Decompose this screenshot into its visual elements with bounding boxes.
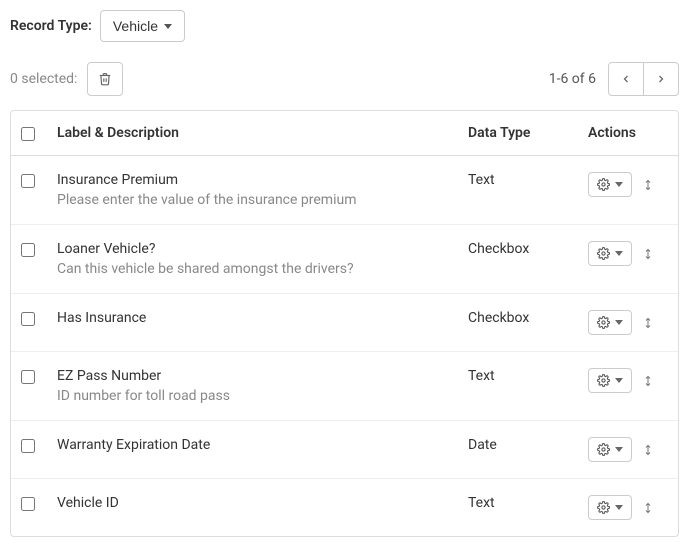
caret-down-icon xyxy=(615,320,623,325)
row-settings-button[interactable] xyxy=(588,172,632,197)
delete-button[interactable] xyxy=(87,62,123,96)
record-type-value: Vehicle xyxy=(113,18,158,34)
row-label-cell: Warranty Expiration Date xyxy=(57,437,468,453)
row-settings-button[interactable] xyxy=(588,241,632,266)
table-row: Vehicle ID Text xyxy=(11,478,678,536)
gear-icon xyxy=(597,443,610,456)
row-description: Please enter the value of the insurance … xyxy=(57,192,456,208)
reorder-handle[interactable] xyxy=(642,247,654,261)
row-data-type: Text xyxy=(468,495,588,511)
row-check-cell xyxy=(21,310,57,326)
row-label-cell: Vehicle ID xyxy=(57,495,468,511)
row-label: Warranty Expiration Date xyxy=(57,437,456,453)
row-label: Insurance Premium xyxy=(57,172,456,188)
reorder-handle[interactable] xyxy=(642,178,654,192)
row-check-cell xyxy=(21,437,57,453)
row-settings-button[interactable] xyxy=(588,495,632,520)
pager xyxy=(608,62,679,96)
prev-page-button[interactable] xyxy=(608,62,644,96)
row-checkbox[interactable] xyxy=(21,312,35,326)
gear-icon xyxy=(597,247,610,260)
row-check-cell xyxy=(21,368,57,384)
row-data-type: Checkbox xyxy=(468,310,588,326)
row-settings-button[interactable] xyxy=(588,310,632,335)
header-actions: Actions xyxy=(588,125,668,141)
row-checkbox[interactable] xyxy=(21,174,35,188)
row-checkbox[interactable] xyxy=(21,439,35,453)
record-type-row: Record Type: Vehicle xyxy=(10,10,679,42)
select-all-cell xyxy=(21,125,57,141)
select-all-checkbox[interactable] xyxy=(21,127,35,141)
row-label-cell: EZ Pass Number ID number for toll road p… xyxy=(57,368,468,404)
next-page-button[interactable] xyxy=(643,62,679,96)
row-checkbox[interactable] xyxy=(21,497,35,511)
record-type-dropdown[interactable]: Vehicle xyxy=(100,10,185,42)
gear-icon xyxy=(597,374,610,387)
fields-table: Label & Description Data Type Actions In… xyxy=(10,110,679,537)
row-actions xyxy=(588,241,668,266)
row-check-cell xyxy=(21,241,57,257)
table-row: Loaner Vehicle? Can this vehicle be shar… xyxy=(11,224,678,293)
row-settings-button[interactable] xyxy=(588,437,632,462)
caret-down-icon xyxy=(615,447,623,452)
record-type-label: Record Type: xyxy=(10,18,92,34)
row-data-type: Text xyxy=(468,368,588,384)
row-description: ID number for toll road pass xyxy=(57,388,456,404)
gear-icon xyxy=(597,178,610,191)
table-body: Insurance Premium Please enter the value… xyxy=(11,156,678,536)
caret-down-icon xyxy=(615,505,623,510)
toolbar-right: 1-6 of 6 xyxy=(549,62,679,96)
trash-icon xyxy=(98,72,112,86)
row-check-cell xyxy=(21,172,57,188)
row-actions xyxy=(588,310,668,335)
row-data-type: Checkbox xyxy=(468,241,588,257)
caret-down-icon xyxy=(164,24,172,29)
caret-down-icon xyxy=(615,251,623,256)
range-text: 1-6 of 6 xyxy=(549,71,596,87)
table-row: Has Insurance Checkbox xyxy=(11,293,678,351)
header-label: Label & Description xyxy=(57,125,468,141)
selected-count: 0 selected: xyxy=(10,71,77,87)
row-label: Has Insurance xyxy=(57,310,456,326)
header-data-type: Data Type xyxy=(468,125,588,141)
reorder-handle[interactable] xyxy=(642,501,654,515)
toolbar-left: 0 selected: xyxy=(10,62,123,96)
row-data-type: Date xyxy=(468,437,588,453)
gear-icon xyxy=(597,316,610,329)
table-row: Insurance Premium Please enter the value… xyxy=(11,156,678,224)
row-settings-button[interactable] xyxy=(588,368,632,393)
reorder-handle[interactable] xyxy=(642,443,654,457)
row-data-type: Text xyxy=(468,172,588,188)
row-description: Can this vehicle be shared amongst the d… xyxy=(57,261,456,277)
caret-down-icon xyxy=(615,182,623,187)
row-label: EZ Pass Number xyxy=(57,368,456,384)
row-label: Loaner Vehicle? xyxy=(57,241,456,257)
gear-icon xyxy=(597,501,610,514)
row-label-cell: Insurance Premium Please enter the value… xyxy=(57,172,468,208)
row-actions xyxy=(588,437,668,462)
row-label: Vehicle ID xyxy=(57,495,456,511)
reorder-handle[interactable] xyxy=(642,316,654,330)
table-header: Label & Description Data Type Actions xyxy=(11,111,678,156)
chevron-right-icon xyxy=(655,73,667,85)
row-actions xyxy=(588,495,668,520)
reorder-handle[interactable] xyxy=(642,374,654,388)
row-checkbox[interactable] xyxy=(21,370,35,384)
table-row: EZ Pass Number ID number for toll road p… xyxy=(11,351,678,420)
chevron-left-icon xyxy=(620,73,632,85)
table-row: Warranty Expiration Date Date xyxy=(11,420,678,478)
row-checkbox[interactable] xyxy=(21,243,35,257)
row-label-cell: Loaner Vehicle? Can this vehicle be shar… xyxy=(57,241,468,277)
row-actions xyxy=(588,368,668,393)
row-label-cell: Has Insurance xyxy=(57,310,468,326)
caret-down-icon xyxy=(615,378,623,383)
toolbar: 0 selected: 1-6 of 6 xyxy=(10,62,679,96)
row-check-cell xyxy=(21,495,57,511)
row-actions xyxy=(588,172,668,197)
